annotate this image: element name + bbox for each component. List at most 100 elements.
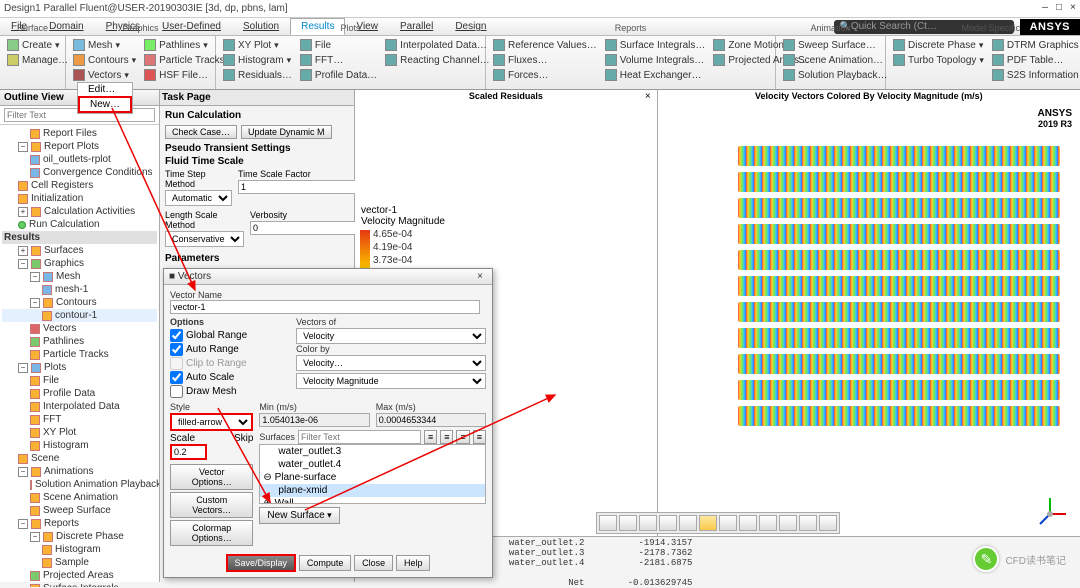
- minimize-icon[interactable]: —: [1042, 3, 1048, 14]
- fft-button[interactable]: FFT…: [297, 53, 380, 67]
- disc-phase-button[interactable]: Discrete Phase ▾: [890, 38, 987, 52]
- tree-oil-outlets[interactable]: oil_outlets-rplot: [2, 153, 157, 166]
- tree-report-plots[interactable]: −Report Plots: [2, 140, 157, 153]
- surf-toggle-4[interactable]: ≡: [473, 430, 486, 444]
- tree-plots[interactable]: −Plots: [2, 361, 157, 374]
- check-case-button[interactable]: Check Case…: [165, 125, 237, 139]
- save-display-button[interactable]: Save/Display: [226, 554, 297, 572]
- triad-icon[interactable]: [1032, 496, 1068, 532]
- xyplot-button[interactable]: XY Plot ▾: [220, 38, 295, 52]
- surf-list[interactable]: water_outlet.3 water_outlet.4 ⊖ Plane-su…: [259, 444, 486, 504]
- tree-mesh[interactable]: −Mesh: [2, 270, 157, 283]
- auto-scale-check[interactable]: [170, 371, 183, 384]
- interp-data-button[interactable]: Interpolated Data…: [382, 38, 493, 52]
- tree-contours[interactable]: −Contours: [2, 296, 157, 309]
- vectors-edit-item[interactable]: Edit…: [78, 83, 132, 96]
- tb-1[interactable]: [599, 515, 617, 531]
- surf-filter[interactable]: [298, 430, 421, 444]
- vectors-button[interactable]: Vectors ▾: [70, 68, 139, 82]
- compute-button[interactable]: Compute: [299, 555, 352, 571]
- manage-button[interactable]: Manage…: [4, 53, 71, 67]
- tree-pathlines[interactable]: Pathlines: [2, 335, 157, 348]
- help-button[interactable]: Help: [396, 555, 431, 571]
- react-chan-button[interactable]: Reacting Channel…: [382, 53, 493, 67]
- tree-fft[interactable]: FFT: [2, 413, 157, 426]
- tsf-input[interactable]: [238, 180, 361, 194]
- refvals-button[interactable]: Reference Values…: [490, 38, 600, 52]
- tree-contour1[interactable]: contour-1: [2, 309, 157, 322]
- scale-input[interactable]: [170, 444, 207, 460]
- mesh-button[interactable]: Mesh ▾: [70, 38, 139, 52]
- surf-item-5[interactable]: ⊕ Wall: [260, 497, 485, 504]
- tb-11[interactable]: [799, 515, 817, 531]
- maximize-icon[interactable]: □: [1056, 3, 1062, 14]
- tb-9[interactable]: [759, 515, 777, 531]
- tb-8[interactable]: [739, 515, 757, 531]
- vname-input[interactable]: [170, 300, 480, 314]
- dtrm-button[interactable]: DTRM Graphics…: [989, 38, 1080, 52]
- auto-range-check[interactable]: [170, 343, 183, 356]
- hist-button[interactable]: Histogram ▾: [220, 53, 295, 67]
- s2s-button[interactable]: S2S Information…: [989, 68, 1080, 82]
- tree-surfaces[interactable]: +Surfaces: [2, 244, 157, 257]
- tree-run-calc[interactable]: Run Calculation: [2, 218, 157, 231]
- tree-interp-data[interactable]: Interpolated Data: [2, 400, 157, 413]
- tb-4[interactable]: [659, 515, 677, 531]
- tree-discphase[interactable]: −Discrete Phase: [2, 530, 157, 543]
- surf-toggle-2[interactable]: ≡: [440, 430, 453, 444]
- tb-2[interactable]: [619, 515, 637, 531]
- tree-particle[interactable]: Particle Tracks: [2, 348, 157, 361]
- tree-histogram[interactable]: Histogram: [2, 439, 157, 452]
- vectors-new-item[interactable]: New…: [78, 96, 132, 113]
- update-mesh-button[interactable]: Update Dynamic M: [241, 125, 332, 139]
- tree-convergence[interactable]: Convergence Conditions: [2, 166, 157, 179]
- cmap-button[interactable]: Colormap Options…: [170, 520, 253, 546]
- draw-mesh-check[interactable]: [170, 385, 183, 398]
- tree-xyplot[interactable]: XY Plot: [2, 426, 157, 439]
- surf-item-1[interactable]: water_outlet.3: [260, 445, 485, 458]
- tb-7[interactable]: [719, 515, 737, 531]
- surf-toggle-3[interactable]: ≡: [456, 430, 469, 444]
- cust-vec-button[interactable]: Custom Vectors…: [170, 492, 253, 518]
- lsm-select[interactable]: Conservative: [165, 231, 244, 247]
- heatex-button[interactable]: Heat Exchanger…: [602, 68, 709, 82]
- tree-profile-data[interactable]: Profile Data: [2, 387, 157, 400]
- tree-report-files[interactable]: Report Files: [2, 127, 157, 140]
- vec-opt-button[interactable]: Vector Options…: [170, 464, 253, 490]
- global-range-check[interactable]: [170, 329, 183, 342]
- close-icon[interactable]: ×: [1070, 3, 1076, 14]
- tree-anim[interactable]: −Animations: [2, 465, 157, 478]
- volint-button[interactable]: Volume Integrals…: [602, 53, 709, 67]
- playback-button[interactable]: Solution Playback…: [780, 68, 891, 82]
- tsm-select[interactable]: Automatic: [165, 190, 232, 206]
- sweep-button[interactable]: Sweep Surface…: [780, 38, 891, 52]
- tree-sample[interactable]: Sample: [2, 556, 157, 569]
- tree-results[interactable]: Results: [2, 231, 157, 244]
- surfint-button[interactable]: Surface Integrals…: [602, 38, 709, 52]
- plot-file-button[interactable]: File: [297, 38, 380, 52]
- tb-3[interactable]: [639, 515, 657, 531]
- create-button[interactable]: Create ▾: [4, 38, 71, 52]
- tb-5[interactable]: [679, 515, 697, 531]
- resid-close-icon[interactable]: ×: [645, 91, 651, 102]
- resid-button[interactable]: Residuals…: [220, 68, 295, 82]
- tree-projareas[interactable]: Projected Areas: [2, 569, 157, 582]
- vof-select[interactable]: Velocity: [296, 328, 486, 344]
- forces-button[interactable]: Forces…: [490, 68, 600, 82]
- tree-calc-act[interactable]: +Calculation Activities: [2, 205, 157, 218]
- colorby-select[interactable]: Velocity…: [296, 355, 486, 371]
- tree-sweepsurf[interactable]: Sweep Surface: [2, 504, 157, 517]
- tree-init[interactable]: Initialization: [2, 192, 157, 205]
- tb-12[interactable]: [819, 515, 837, 531]
- tree-mesh1[interactable]: mesh-1: [2, 283, 157, 296]
- surf-item-4[interactable]: plane-xmid: [260, 484, 485, 497]
- scene-anim-button[interactable]: Scene Animation…: [780, 53, 891, 67]
- surf-toggle-1[interactable]: ≡: [424, 430, 437, 444]
- dialog-close-icon[interactable]: ×: [473, 271, 487, 282]
- clip-range-check[interactable]: [170, 357, 183, 370]
- tree-file[interactable]: File: [2, 374, 157, 387]
- profile-data-button[interactable]: Profile Data…: [297, 68, 380, 82]
- surf-item-3[interactable]: ⊖ Plane-surface: [260, 471, 485, 484]
- colorby2-select[interactable]: Velocity Magnitude: [296, 373, 486, 389]
- tree-scene[interactable]: Scene: [2, 452, 157, 465]
